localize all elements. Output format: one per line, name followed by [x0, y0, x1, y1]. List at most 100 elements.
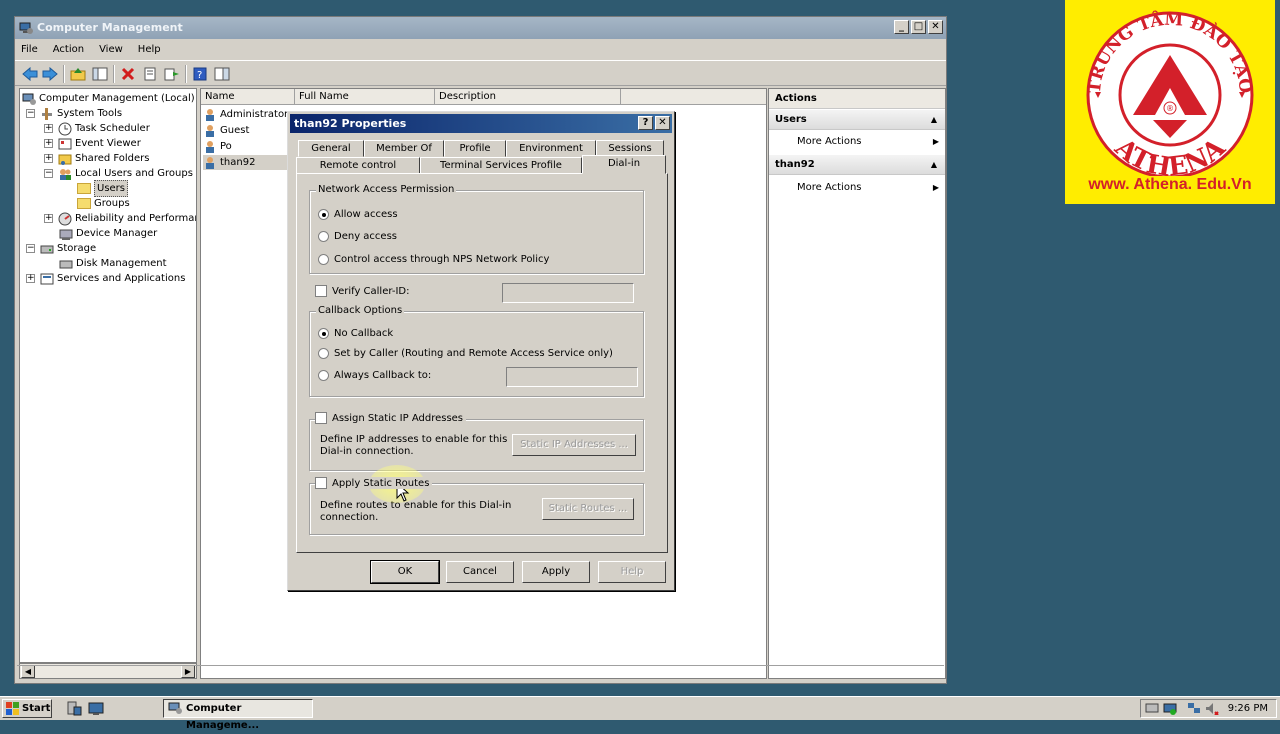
- help-icon[interactable]: ?: [638, 116, 653, 130]
- expand-toggle[interactable]: +: [44, 214, 53, 223]
- toolbar: ?: [15, 60, 946, 86]
- list-item[interactable]: Po: [203, 139, 232, 154]
- apply-static-routes-checkbox[interactable]: Apply Static Routes: [315, 477, 433, 489]
- tree-item-system-tools[interactable]: − System Tools: [26, 106, 122, 121]
- tree-item-groups[interactable]: Groups: [77, 196, 130, 211]
- taskbar-item-computer-management[interactable]: Computer Manageme...: [163, 699, 313, 731]
- static-routes-button[interactable]: Static Routes ...: [542, 498, 634, 520]
- display-icon[interactable]: [1163, 702, 1177, 715]
- checkbox[interactable]: [315, 477, 327, 489]
- collapse-toggle[interactable]: −: [26, 109, 35, 118]
- menu-file[interactable]: File: [21, 44, 38, 55]
- show-hide-tree-icon[interactable]: [91, 65, 109, 83]
- collapse-toggle[interactable]: −: [26, 244, 35, 253]
- user-icon: [206, 140, 214, 153]
- tree-item-event-viewer[interactable]: + Event Viewer: [44, 136, 141, 151]
- list-item[interactable]: Administrator: [203, 107, 288, 122]
- list-item[interactable]: Guest: [203, 123, 249, 138]
- expand-toggle[interactable]: +: [44, 124, 53, 133]
- show-action-pane-icon[interactable]: [213, 65, 231, 83]
- dialog-titlebar[interactable]: than92 Properties ? ✕: [290, 114, 672, 133]
- expand-toggle[interactable]: +: [44, 139, 53, 148]
- tab-member-of[interactable]: Member Of: [364, 140, 444, 157]
- tree-item-users[interactable]: Users: [77, 180, 129, 197]
- tree-item-disk-management[interactable]: Disk Management: [59, 256, 167, 271]
- allow-access-radio[interactable]: Allow access: [318, 209, 398, 220]
- collapse-caret-icon[interactable]: ▲: [931, 155, 937, 175]
- column-header-full-name[interactable]: Full Name: [295, 89, 435, 105]
- expand-toggle[interactable]: +: [44, 154, 53, 163]
- menu-help[interactable]: Help: [138, 44, 161, 55]
- more-actions-than92[interactable]: More Actions ▶: [797, 179, 943, 197]
- tree-item-services-and-applications[interactable]: + Services and Applications: [26, 271, 185, 286]
- tree-item-storage[interactable]: − Storage: [26, 241, 96, 256]
- tab-profile[interactable]: Profile: [444, 140, 506, 157]
- start-button[interactable]: Start: [2, 699, 52, 718]
- checkbox[interactable]: [315, 412, 327, 424]
- radio-selected[interactable]: [318, 209, 329, 220]
- export-list-icon[interactable]: [163, 65, 181, 83]
- minimize-button[interactable]: _: [894, 20, 909, 34]
- checkbox[interactable]: [315, 285, 327, 297]
- forward-arrow-icon[interactable]: [41, 65, 59, 83]
- tab-terminal-services-profile[interactable]: Terminal Services Profile: [420, 157, 582, 174]
- menu-action[interactable]: Action: [53, 44, 84, 55]
- list-header: Name Full Name Description: [201, 89, 766, 105]
- static-ip-addresses-button[interactable]: Static IP Addresses ...: [512, 434, 636, 456]
- collapse-caret-icon[interactable]: ▲: [931, 110, 937, 130]
- server-manager-icon[interactable]: [66, 701, 82, 716]
- tree-item-computer-management[interactable]: Computer Management (Local): [22, 91, 195, 106]
- cancel-button[interactable]: Cancel: [446, 561, 514, 583]
- user-icon: [206, 108, 214, 121]
- actions-section-users[interactable]: Users ▲: [769, 110, 945, 130]
- properties-icon[interactable]: [141, 65, 159, 83]
- back-arrow-icon[interactable]: [21, 65, 39, 83]
- tree-item-shared-folders[interactable]: + Shared Folders: [44, 151, 150, 166]
- actions-header: Actions: [769, 89, 945, 109]
- up-folder-icon[interactable]: [69, 65, 87, 83]
- services-icon: [40, 273, 54, 284]
- column-header-description[interactable]: Description: [435, 89, 621, 105]
- tab-remote-control[interactable]: Remote control: [296, 157, 420, 174]
- radio-unselected[interactable]: [318, 370, 329, 381]
- tree-item-local-users-and-groups[interactable]: − Local Users and Groups: [44, 166, 193, 181]
- network-icon[interactable]: [1145, 702, 1159, 715]
- network-connections-icon[interactable]: [1187, 702, 1201, 715]
- help-button[interactable]: Help: [598, 561, 666, 583]
- actions-section-than92[interactable]: than92 ▲: [769, 155, 945, 175]
- list-item-selected[interactable]: than92: [203, 155, 287, 170]
- radio-unselected[interactable]: [318, 231, 329, 242]
- help-icon[interactable]: ?: [191, 65, 209, 83]
- close-icon[interactable]: ✕: [655, 116, 670, 130]
- ok-button[interactable]: OK: [370, 560, 440, 584]
- column-header-name[interactable]: Name: [201, 89, 295, 105]
- radio-unselected[interactable]: [318, 348, 329, 359]
- tree-item-device-manager[interactable]: Device Manager: [59, 226, 157, 241]
- apply-button[interactable]: Apply: [522, 561, 590, 583]
- maximize-button[interactable]: □: [911, 20, 926, 34]
- verify-caller-id-checkbox[interactable]: Verify Caller-ID:: [315, 285, 409, 297]
- window-titlebar[interactable]: Computer Management _ □ ✕: [15, 17, 946, 39]
- collapse-toggle[interactable]: −: [44, 169, 53, 178]
- radio-selected[interactable]: [318, 328, 329, 339]
- close-button[interactable]: ✕: [928, 20, 943, 34]
- volume-icon[interactable]: [1205, 702, 1219, 715]
- radio-unselected[interactable]: [318, 254, 329, 265]
- tree-item-reliability-and-performance[interactable]: + Reliability and Performanc: [44, 211, 196, 226]
- assign-static-ip-checkbox[interactable]: Assign Static IP Addresses: [315, 412, 467, 424]
- no-callback-radio[interactable]: No Callback: [318, 328, 393, 339]
- always-callback-radio[interactable]: Always Callback to:: [318, 370, 431, 381]
- tree-item-task-scheduler[interactable]: + Task Scheduler: [44, 121, 150, 136]
- tab-general[interactable]: General: [298, 140, 364, 157]
- windows-logo-icon: [6, 702, 19, 715]
- delete-icon[interactable]: [119, 65, 137, 83]
- shared-folder-icon: [58, 154, 72, 165]
- nps-policy-radio[interactable]: Control access through NPS Network Polic…: [318, 254, 549, 265]
- more-actions-users[interactable]: More Actions ▶: [797, 133, 943, 151]
- expand-toggle[interactable]: +: [26, 274, 35, 283]
- deny-access-radio[interactable]: Deny access: [318, 231, 397, 242]
- tab-dial-in[interactable]: Dial-in: [582, 155, 666, 174]
- show-desktop-icon[interactable]: [88, 701, 104, 716]
- set-by-caller-radio[interactable]: Set by Caller (Routing and Remote Access…: [318, 348, 613, 359]
- menu-view[interactable]: View: [99, 44, 123, 55]
